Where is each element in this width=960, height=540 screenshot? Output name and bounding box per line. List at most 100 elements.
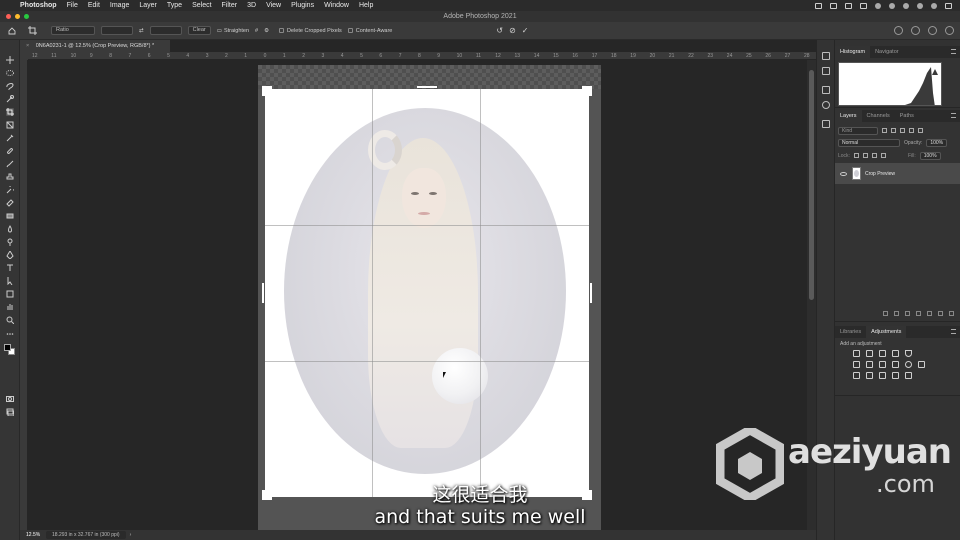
straighten-button[interactable]: Straighten xyxy=(224,28,249,34)
shape-filter-icon[interactable] xyxy=(909,128,914,133)
info-panel-icon[interactable] xyxy=(822,101,830,109)
gear-icon[interactable]: ⚙ xyxy=(264,28,269,34)
menu-layer[interactable]: Layer xyxy=(139,2,157,9)
home-icon[interactable] xyxy=(8,26,16,35)
battery-icon[interactable] xyxy=(860,2,867,9)
lock-artboard-icon[interactable] xyxy=(871,153,877,158)
history-panel-icon[interactable] xyxy=(822,52,830,60)
eyedropper-tool-icon[interactable] xyxy=(6,134,14,142)
quick-mask-icon[interactable] xyxy=(6,395,14,403)
close-window-button[interactable] xyxy=(6,14,11,19)
fill-input[interactable]: 100% xyxy=(919,151,941,160)
document-tab[interactable]: × 0N6A0231-1 @ 12.5% (Crop Preview, RGB/… xyxy=(20,40,170,52)
menu-file[interactable]: File xyxy=(67,2,78,9)
tab-paths[interactable]: Paths xyxy=(895,110,919,122)
ratio-width-input[interactable] xyxy=(101,26,133,35)
menu-type[interactable]: Type xyxy=(167,2,182,9)
search-icon[interactable] xyxy=(931,2,937,9)
brush-settings-icon[interactable] xyxy=(822,120,830,128)
menu-select[interactable]: Select xyxy=(192,2,211,9)
zoom-window-button[interactable] xyxy=(24,14,29,19)
frame-tool-icon[interactable] xyxy=(6,121,14,129)
document-canvas[interactable] xyxy=(28,60,807,530)
lock-position-icon[interactable] xyxy=(862,153,868,158)
zoom-tool-icon[interactable] xyxy=(6,316,14,324)
overlay-grid-icon[interactable]: # xyxy=(255,28,258,34)
properties-panel-icon[interactable] xyxy=(822,86,830,94)
tab-libraries[interactable]: Libraries xyxy=(835,326,866,338)
layer-row[interactable]: Crop Preview xyxy=(835,163,960,184)
link-layers-icon[interactable] xyxy=(883,311,888,316)
color-swatches-icon[interactable] xyxy=(4,344,16,356)
tab-navigator[interactable]: Navigator xyxy=(870,46,904,58)
lock-all-icon[interactable] xyxy=(880,153,886,158)
volume-icon[interactable] xyxy=(889,2,895,9)
crop-tool-preset-icon[interactable] xyxy=(28,26,37,35)
crop-handle-top-left[interactable] xyxy=(262,86,265,96)
visibility-eye-icon[interactable] xyxy=(840,171,847,176)
clear-button[interactable]: Clear xyxy=(187,26,211,35)
menu-window[interactable]: Window xyxy=(324,2,349,9)
panel-menu-icon[interactable] xyxy=(951,49,956,54)
blur-tool-icon[interactable] xyxy=(6,225,14,233)
healing-brush-tool-icon[interactable] xyxy=(6,147,14,155)
layer-style-icon[interactable] xyxy=(894,311,899,316)
photo-filter-icon[interactable] xyxy=(892,361,899,368)
menu-edit[interactable]: Edit xyxy=(88,2,100,9)
delete-cropped-checkbox[interactable] xyxy=(279,28,285,33)
crop-handle-right[interactable] xyxy=(590,283,592,303)
crop-handle-top-right[interactable] xyxy=(589,86,592,96)
share-icon[interactable] xyxy=(894,26,903,35)
control-center-icon[interactable] xyxy=(945,2,952,9)
tab-channels[interactable]: Channels xyxy=(862,110,895,122)
type-filter-icon[interactable] xyxy=(900,128,905,133)
exposure-icon[interactable] xyxy=(892,350,899,357)
eraser-tool-icon[interactable] xyxy=(6,199,14,207)
zoom-level[interactable]: 12.5% xyxy=(20,532,46,538)
hue-saturation-icon[interactable] xyxy=(853,361,860,368)
invert-icon[interactable] xyxy=(853,372,860,379)
new-adjustment-icon[interactable] xyxy=(916,311,921,316)
smart-object-filter-icon[interactable] xyxy=(918,128,923,133)
opacity-input[interactable]: 100% xyxy=(926,138,948,147)
ratio-height-input[interactable] xyxy=(149,26,182,35)
history-brush-tool-icon[interactable] xyxy=(6,186,14,194)
image-area[interactable] xyxy=(258,65,601,530)
delete-layer-icon[interactable] xyxy=(949,311,954,316)
ratio-select[interactable]: Ratio xyxy=(51,26,95,35)
share-image-icon[interactable] xyxy=(945,26,954,35)
search-icon[interactable] xyxy=(911,26,920,35)
menu-view[interactable]: View xyxy=(266,2,281,9)
type-tool-icon[interactable] xyxy=(6,264,14,272)
menu-app-name[interactable]: Photoshop xyxy=(20,2,57,9)
move-tool-icon[interactable] xyxy=(6,56,14,64)
status-menu-icon[interactable]: › xyxy=(130,532,132,538)
close-tab-icon[interactable]: × xyxy=(26,43,29,49)
crop-preview-image[interactable] xyxy=(262,86,592,500)
tab-histogram[interactable]: Histogram xyxy=(835,46,871,58)
add-mask-icon[interactable] xyxy=(905,311,910,316)
menu-plugins[interactable]: Plugins xyxy=(291,2,314,9)
user-icon[interactable] xyxy=(917,2,923,9)
crop-handle-top[interactable] xyxy=(417,86,437,88)
crop-tool-icon[interactable] xyxy=(6,108,14,116)
dodge-tool-icon[interactable] xyxy=(6,238,14,246)
menu-help[interactable]: Help xyxy=(359,2,373,9)
screen-record-icon[interactable] xyxy=(815,2,822,9)
menu-filter[interactable]: Filter xyxy=(222,2,238,9)
display-icon[interactable] xyxy=(830,2,837,9)
brightness-contrast-icon[interactable] xyxy=(853,350,860,357)
ruler-origin[interactable] xyxy=(20,52,28,60)
kind-filter-select[interactable]: Kind xyxy=(838,126,878,135)
color-lookup-icon[interactable] xyxy=(918,361,925,368)
posterize-icon[interactable] xyxy=(866,372,873,379)
curves-icon[interactable] xyxy=(879,350,886,357)
black-white-icon[interactable] xyxy=(879,361,886,368)
bluetooth-icon[interactable] xyxy=(875,2,881,9)
vibrance-icon[interactable] xyxy=(905,350,912,357)
path-selection-tool-icon[interactable] xyxy=(6,277,14,285)
pen-tool-icon[interactable] xyxy=(6,251,14,259)
adjustment-filter-icon[interactable] xyxy=(891,128,896,133)
panel-menu-icon[interactable] xyxy=(951,329,956,334)
marquee-tool-icon[interactable] xyxy=(6,69,14,77)
